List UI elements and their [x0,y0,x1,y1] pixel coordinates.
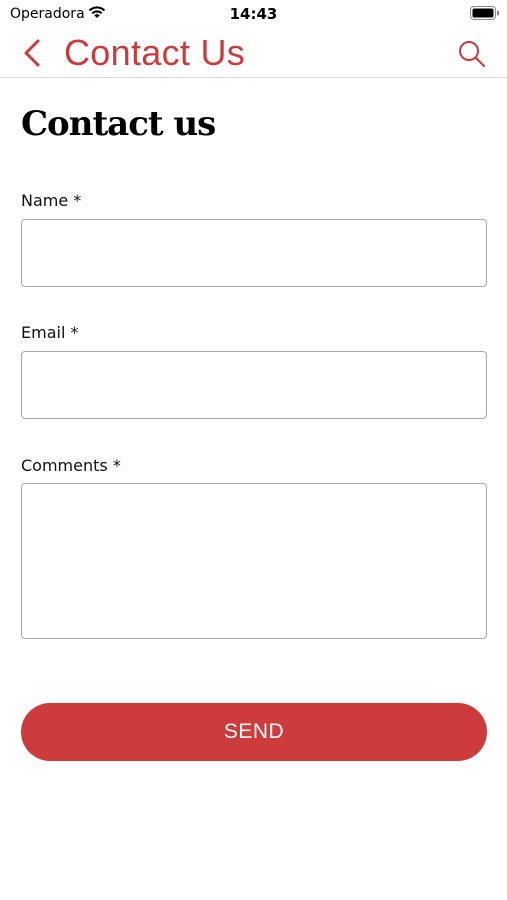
name-label: Name * [21,191,82,210]
search-icon [459,41,485,67]
email-label: Email * [21,323,79,342]
page-title: Contact us [21,104,216,144]
email-field[interactable] [21,351,487,419]
nav-title: Contact Us [64,32,246,73]
name-field[interactable] [21,219,487,287]
battery-icon [470,6,500,20]
status-bar: Operadora 14:43 [0,0,507,28]
comments-field[interactable] [21,483,487,639]
navigation-bar: Contact Us [0,28,507,78]
back-button[interactable] [18,36,48,70]
chevron-left-icon [24,39,40,67]
search-button[interactable] [456,38,488,70]
send-button[interactable]: SEND [21,703,487,761]
comments-label: Comments * [21,456,121,475]
status-time: 14:43 [229,5,278,23]
